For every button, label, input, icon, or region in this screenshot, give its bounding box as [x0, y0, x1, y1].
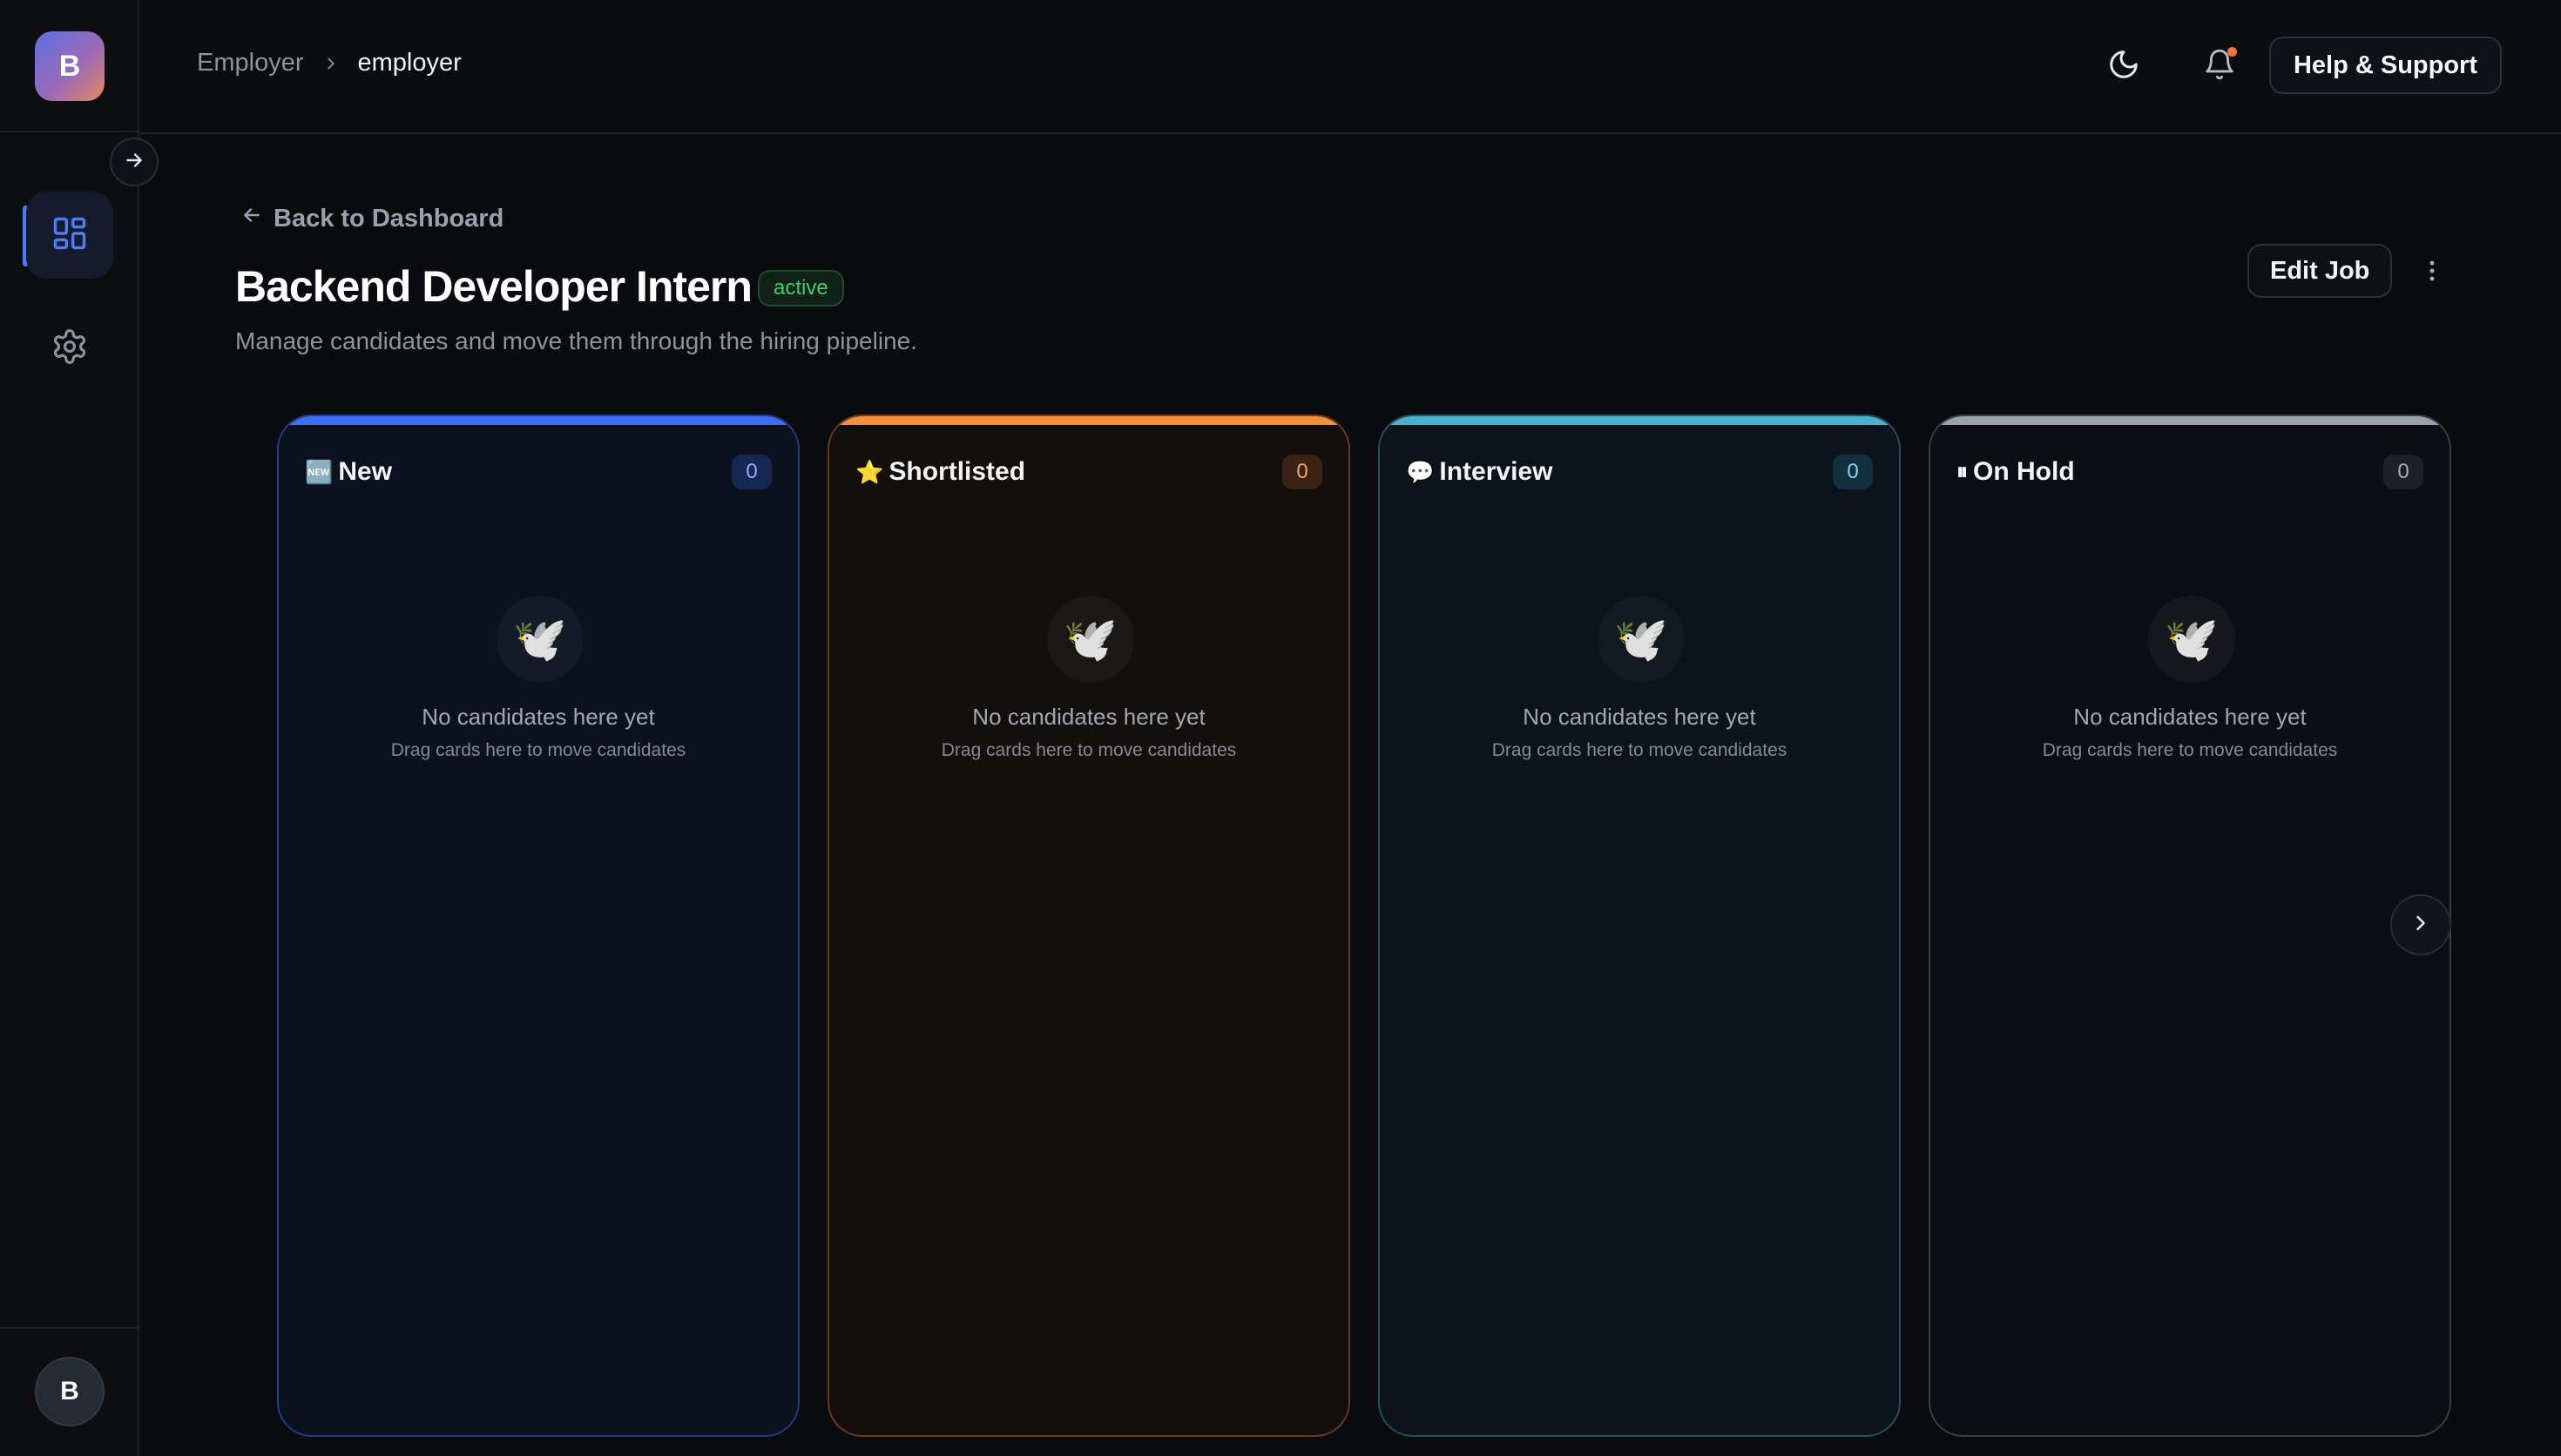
column-header: 💬 Interview 0	[1406, 455, 1873, 489]
sidebar: B B	[0, 0, 139, 1456]
scroll-right-button[interactable]	[2390, 894, 2451, 955]
column-on-hold[interactable]: ⏸ On Hold 0 🕊️ No candidates here yet Dr…	[1929, 415, 2451, 1437]
speech-bubble-icon: 💬	[1406, 458, 1435, 485]
empty-state-hint: Drag cards here to move candidates	[390, 740, 686, 760]
column-accent-bar	[1380, 416, 1899, 425]
edit-job-button[interactable]: Edit Job	[2247, 244, 2393, 298]
sidebar-user: B	[0, 1327, 139, 1456]
chevron-right-icon	[2409, 911, 2433, 940]
dashboard-grid-icon	[51, 214, 89, 257]
pause-icon: ⏸	[1956, 458, 1969, 484]
empty-state-hint: Drag cards here to move candidates	[2042, 740, 2338, 760]
empty-state-hint: Drag cards here to move candidates	[941, 740, 1237, 760]
sidebar-brand: B	[0, 0, 139, 132]
empty-state-title: No candidates here yet	[2073, 704, 2307, 730]
sidebar-item-settings[interactable]	[26, 305, 113, 392]
column-count-badge: 0	[732, 455, 772, 489]
more-vertical-icon	[2429, 260, 2436, 286]
gear-icon	[51, 327, 89, 370]
theme-toggle-button[interactable]	[2092, 35, 2155, 98]
back-to-dashboard-link[interactable]: Back to Dashboard	[240, 204, 503, 233]
more-options-button[interactable]	[2411, 247, 2453, 298]
column-title: New	[338, 457, 393, 486]
arrow-left-icon	[240, 204, 274, 233]
column-count-badge: 0	[2383, 455, 2423, 489]
breadcrumb-parent[interactable]: Employer	[197, 49, 304, 78]
sidebar-item-dashboard[interactable]	[26, 192, 113, 279]
column-shortlisted[interactable]: ⭐ Shortlisted 0 🕊️ No candidates here ye…	[828, 415, 1350, 1437]
column-accent-bar	[1930, 416, 2450, 425]
back-label: Back to Dashboard	[274, 204, 504, 233]
sidebar-toggle-button[interactable]	[110, 138, 159, 186]
dove-icon: 🕊️	[1047, 596, 1134, 683]
breadcrumb: Employer employer	[197, 49, 462, 78]
column-accent-bar	[829, 416, 1348, 425]
column-header: ⭐ Shortlisted 0	[855, 455, 1322, 489]
empty-state-title: No candidates here yet	[972, 704, 1206, 730]
breadcrumb-current: employer	[357, 49, 462, 77]
notification-dot	[2227, 47, 2237, 57]
column-count-badge: 0	[1833, 455, 1873, 489]
star-icon: ⭐	[855, 458, 884, 485]
column-interview[interactable]: 💬 Interview 0 🕊️ No candidates here yet …	[1378, 415, 1901, 1437]
moon-icon	[2107, 48, 2140, 85]
avatar[interactable]: B	[35, 1357, 105, 1426]
dove-icon: 🕊️	[1598, 596, 1685, 683]
column-title: Shortlisted	[889, 457, 1026, 486]
arrow-right-icon	[123, 149, 145, 176]
topbar: Employer employer Help & Support	[139, 0, 2561, 134]
page-title: Backend Developer Intern	[235, 262, 753, 311]
dove-icon: 🕊️	[497, 596, 584, 683]
page-subtitle: Manage candidates and move them through …	[235, 327, 917, 354]
app-logo[interactable]: B	[35, 31, 105, 101]
column-header: 🆕 New 0	[305, 455, 772, 489]
notifications-button[interactable]	[2188, 35, 2251, 98]
help-support-button[interactable]: Help & Support	[2268, 37, 2502, 94]
column-count-badge: 0	[1282, 455, 1322, 489]
empty-state-hint: Drag cards here to move candidates	[1491, 740, 1787, 760]
column-accent-bar	[279, 416, 798, 425]
empty-state-title: No candidates here yet	[422, 704, 655, 730]
status-badge: active	[758, 270, 844, 307]
chevron-right-icon	[321, 54, 341, 73]
new-icon: 🆕	[305, 458, 334, 485]
column-title: On Hold	[1973, 457, 2075, 486]
column-header: ⏸ On Hold 0	[1956, 455, 2423, 489]
dove-icon: 🕊️	[2148, 596, 2235, 683]
empty-state-title: No candidates here yet	[1523, 704, 1756, 730]
column-title: Interview	[1439, 457, 1553, 486]
column-new[interactable]: 🆕 New 0 🕊️ No candidates here yet Drag c…	[277, 415, 800, 1437]
